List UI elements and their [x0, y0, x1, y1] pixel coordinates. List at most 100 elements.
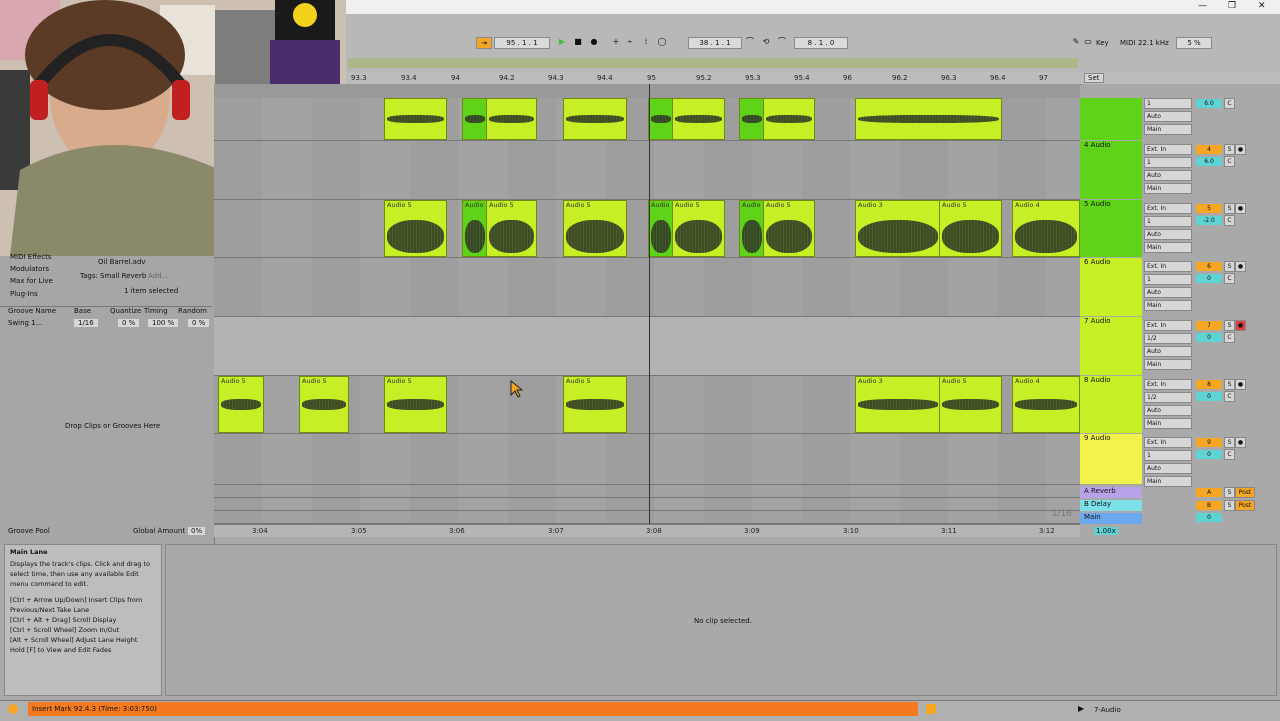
stop-icon[interactable]: ■ [572, 37, 584, 47]
audio-clip[interactable] [855, 98, 1002, 140]
track-lane[interactable] [214, 141, 1080, 200]
input-channel[interactable]: 1/2 [1144, 392, 1192, 403]
overdub-icon[interactable]: + [610, 37, 622, 47]
groove-row-base[interactable]: 1/16 [74, 319, 98, 327]
session-record-icon[interactable]: ◯ [656, 37, 668, 47]
return-lane[interactable] [214, 485, 1080, 498]
audio-clip[interactable]: Audio 3 [855, 200, 941, 257]
arrangement-position-field[interactable]: 38 . 1 . 1 [688, 37, 742, 49]
arm-button[interactable]: ● [1235, 261, 1246, 272]
monitor-in-auto-off[interactable]: Auto [1144, 170, 1192, 181]
input-channel[interactable]: 1/2 [1144, 333, 1192, 344]
audio-clip[interactable] [672, 98, 725, 140]
solo-button[interactable]: S [1224, 261, 1235, 272]
solo-button[interactable]: S [1224, 144, 1235, 155]
output-main[interactable]: Main [1144, 418, 1192, 429]
track-lane[interactable]: Audio 5 Audio 5 Audio 5 Audio 5 Audio 3 … [214, 376, 1080, 434]
track-number-button[interactable]: 8 [1196, 380, 1222, 389]
return-track-header[interactable]: B Delay [1080, 500, 1142, 511]
input-channel[interactable]: 1 [1144, 98, 1192, 109]
alert-icon[interactable] [926, 704, 936, 714]
main-lane[interactable]: 1/16 [214, 509, 1080, 524]
volume-field[interactable]: 6.0 [1196, 157, 1222, 166]
pan-field[interactable]: C [1224, 273, 1235, 284]
audio-clip[interactable]: Audio [739, 200, 765, 257]
add-tag-button[interactable]: Add... [148, 272, 168, 280]
solo-button[interactable]: S [1224, 320, 1235, 331]
audio-clip[interactable]: Audio 5 [563, 200, 627, 257]
arm-button[interactable]: ● [1235, 203, 1246, 214]
monitor-in-auto-off[interactable]: Auto [1144, 405, 1192, 416]
input-channel[interactable]: 1 [1144, 274, 1192, 285]
pan-field[interactable]: C [1224, 391, 1235, 402]
monitor-in-auto-off[interactable]: Auto [1144, 229, 1192, 240]
track-number-button[interactable]: 7 [1196, 321, 1222, 330]
input-channel[interactable]: 1 [1144, 450, 1192, 461]
audio-clip[interactable]: Audio 5 [384, 200, 447, 257]
post-button[interactable]: Post [1235, 487, 1255, 498]
punch-out-icon[interactable]: ⌒ [776, 37, 788, 47]
audio-clip[interactable]: Audio 5 [218, 376, 264, 433]
browser-category-modulators[interactable]: Modulators [10, 265, 49, 273]
audio-clip[interactable]: Audio [462, 200, 488, 257]
volume-field[interactable]: -2.0 [1196, 216, 1222, 225]
midi-map-label[interactable]: MIDI [1120, 39, 1136, 47]
browser-file-item[interactable]: Oil Barrel.adv [98, 258, 146, 266]
track-header[interactable]: 4 Audio [1080, 141, 1142, 199]
volume-field[interactable]: 0 [1196, 392, 1222, 401]
monitor-in-auto-off[interactable]: Auto [1144, 111, 1192, 122]
post-button[interactable]: Post [1235, 500, 1255, 511]
main-volume[interactable]: 0 [1196, 513, 1222, 522]
pan-field[interactable]: C [1224, 332, 1235, 343]
audio-clip[interactable]: Audio 4 [1012, 200, 1080, 257]
play-track-icon[interactable]: ▶ [1078, 704, 1084, 713]
restore-button[interactable]: ❐ [1228, 1, 1236, 11]
global-amount-field[interactable]: 0% [188, 527, 206, 535]
volume-field[interactable]: 0 [1196, 274, 1222, 283]
pan-field[interactable]: C [1224, 156, 1235, 167]
groove-row-timing[interactable]: 100 % [148, 319, 179, 327]
warning-icon[interactable] [8, 704, 18, 714]
audio-clip[interactable] [486, 98, 537, 140]
pan-field[interactable]: C [1224, 449, 1235, 460]
track-number-button[interactable]: 6 [1196, 262, 1222, 271]
return-track-header[interactable]: A Reverb [1080, 487, 1142, 498]
draw-mode-icon[interactable]: ✎ [1070, 37, 1082, 47]
groove-row-random[interactable]: 0 % [188, 319, 210, 327]
track-header[interactable]: 8 Audio [1080, 376, 1142, 433]
track-header[interactable] [1080, 98, 1142, 140]
record-icon[interactable]: ● [588, 37, 600, 47]
audio-clip[interactable]: Audio 5 [939, 376, 1002, 433]
input-channel[interactable]: 1 [1144, 216, 1192, 227]
volume-field[interactable]: 0 [1196, 450, 1222, 459]
loop-icon[interactable]: ⟲ [760, 37, 772, 47]
groove-row-name[interactable]: Swing 1... [8, 319, 42, 327]
output-main[interactable]: Main [1144, 300, 1192, 311]
arm-button[interactable]: ● [1235, 320, 1246, 331]
audio-clip[interactable] [462, 98, 488, 140]
track-header[interactable]: 9 Audio [1080, 434, 1142, 484]
input-type[interactable]: Ext. In [1144, 203, 1192, 214]
loop-length-field[interactable]: 8 . 1 . 0 [794, 37, 848, 49]
input-type[interactable]: Ext. In [1144, 437, 1192, 448]
arm-button[interactable]: ● [1235, 379, 1246, 390]
track-lane[interactable] [214, 258, 1080, 317]
arm-button[interactable]: ● [1235, 437, 1246, 448]
audio-clip[interactable] [739, 98, 765, 140]
zoom-field[interactable]: 1.00x [1094, 527, 1118, 535]
minimize-button[interactable]: — [1198, 1, 1207, 11]
automation-arm-icon[interactable]: ⌁ [624, 37, 636, 47]
track-number-button[interactable]: 5 [1196, 204, 1222, 213]
audio-clip[interactable] [648, 98, 674, 140]
track-lane[interactable] [214, 317, 1080, 376]
audio-clip[interactable]: Audio [648, 200, 674, 257]
clip-detail-view[interactable]: No clip selected. [165, 544, 1277, 696]
set-button[interactable]: Set [1084, 73, 1104, 83]
track-number-button[interactable]: 9 [1196, 438, 1222, 447]
track-lane[interactable]: Audio 5 Audio Audio 5 Audio 5 Audio Audi… [214, 200, 1080, 258]
arrangement-view[interactable]: Audio 5 Audio Audio 5 Audio 5 Audio Audi… [214, 84, 1080, 524]
main-track-header[interactable]: Main [1080, 513, 1142, 524]
return-lane[interactable] [214, 498, 1080, 511]
key-map-icon[interactable]: ▭ [1082, 37, 1094, 47]
browser-category-plugins[interactable]: Plug-Ins [10, 290, 38, 298]
